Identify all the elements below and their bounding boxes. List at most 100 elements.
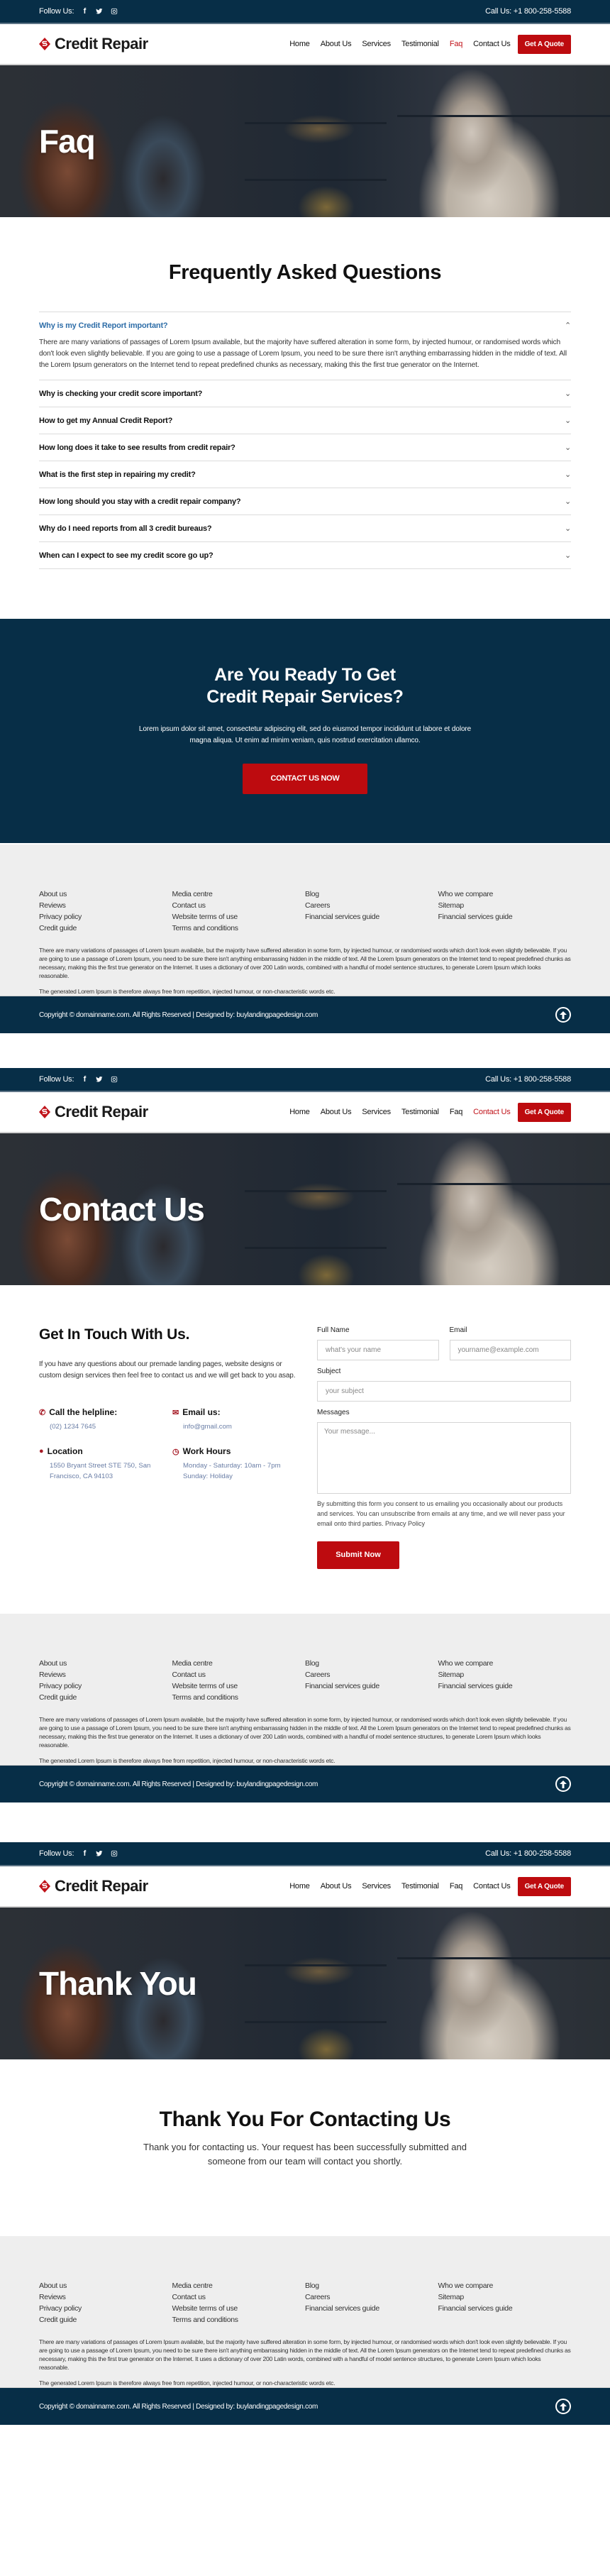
footer-link[interactable]: Credit guide — [39, 2314, 172, 2325]
footer-link[interactable]: Who we compare — [438, 1658, 572, 1669]
email-value[interactable]: info@gmail.com — [172, 1421, 300, 1432]
footer-link[interactable]: Terms and conditions — [172, 1692, 306, 1703]
twitter-icon[interactable] — [95, 7, 104, 16]
footer-link[interactable]: Financial services guide — [305, 911, 438, 923]
footer-link[interactable]: Credit guide — [39, 1692, 172, 1703]
message-textarea[interactable]: Your message... — [317, 1422, 571, 1494]
footer-link[interactable]: Website terms of use — [172, 1680, 306, 1692]
footer-link[interactable]: Careers — [305, 900, 438, 911]
footer-link[interactable]: Reviews — [39, 900, 172, 911]
footer-link[interactable]: Sitemap — [438, 2291, 572, 2303]
get-a-quote-button[interactable]: Get A Quote — [517, 34, 571, 54]
nav-home[interactable]: Home — [289, 1108, 310, 1116]
scroll-to-top-icon[interactable] — [555, 2399, 571, 2414]
chevron-down-icon[interactable]: ⌄ — [565, 416, 571, 425]
nav-testimonial[interactable]: Testimonial — [401, 40, 439, 48]
footer-link[interactable]: About us — [39, 2280, 172, 2291]
nav-testimonial[interactable]: Testimonial — [401, 1882, 439, 1890]
footer-link[interactable]: Website terms of use — [172, 2303, 306, 2314]
nav-about-us[interactable]: About Us — [321, 1882, 352, 1890]
instagram-icon[interactable] — [110, 1075, 118, 1084]
logo[interactable]: Credit Repair — [39, 1103, 148, 1121]
footer-link[interactable]: Terms and conditions — [172, 2314, 306, 2325]
chevron-down-icon[interactable]: ⌄ — [565, 497, 571, 506]
call-us[interactable]: Call Us: +1 800-258-5588 — [485, 1849, 571, 1858]
subject-input[interactable]: your subject — [317, 1381, 571, 1402]
submit-button[interactable]: Submit Now — [317, 1541, 399, 1569]
nav-faq[interactable]: Faq — [450, 1108, 463, 1116]
chevron-down-icon[interactable]: ⌄ — [565, 470, 571, 479]
footer-link[interactable]: About us — [39, 888, 172, 900]
footer-link[interactable]: Blog — [305, 888, 438, 900]
chevron-up-icon[interactable]: ⌃ — [565, 321, 571, 330]
nav-home[interactable]: Home — [289, 40, 310, 48]
faq-question[interactable]: How long does it take to see results fro… — [39, 443, 571, 453]
nav-contact-us[interactable]: Contact Us — [473, 1108, 511, 1116]
scroll-to-top-icon[interactable] — [555, 1007, 571, 1023]
footer-link[interactable]: Financial services guide — [438, 911, 572, 923]
instagram-icon[interactable] — [110, 1849, 118, 1858]
full-name-input[interactable]: what's your name — [317, 1340, 439, 1360]
faq-question[interactable]: How to get my Annual Credit Report? ⌄ — [39, 416, 571, 426]
footer-link[interactable]: Blog — [305, 2280, 438, 2291]
nav-contact-us[interactable]: Contact Us — [473, 1882, 511, 1890]
helpline-value[interactable]: (02) 1234 7645 — [39, 1421, 172, 1432]
chevron-down-icon[interactable]: ⌄ — [565, 551, 571, 560]
scroll-to-top-icon[interactable] — [555, 1776, 571, 1792]
footer-link[interactable]: Who we compare — [438, 888, 572, 900]
footer-link[interactable]: Financial services guide — [305, 2303, 438, 2314]
logo[interactable]: Credit Repair — [39, 35, 148, 53]
faq-question[interactable]: When can I expect to see my credit score… — [39, 551, 571, 561]
facebook-icon[interactable]: f — [80, 1075, 89, 1084]
get-a-quote-button[interactable]: Get A Quote — [517, 1102, 571, 1122]
footer-link[interactable]: Contact us — [172, 900, 306, 911]
nav-contact-us[interactable]: Contact Us — [473, 40, 511, 48]
chevron-down-icon[interactable]: ⌄ — [565, 389, 571, 398]
nav-testimonial[interactable]: Testimonial — [401, 1108, 439, 1116]
facebook-icon[interactable]: f — [80, 7, 89, 16]
faq-question[interactable]: Why do I need reports from all 3 credit … — [39, 524, 571, 534]
faq-question[interactable]: Why is checking your credit score import… — [39, 389, 571, 399]
footer-link[interactable]: Contact us — [172, 2291, 306, 2303]
nav-about-us[interactable]: About Us — [321, 1108, 352, 1116]
footer-link[interactable]: About us — [39, 1658, 172, 1669]
faq-question[interactable]: What is the first step in repairing my c… — [39, 470, 571, 480]
footer-link[interactable]: Privacy policy — [39, 2303, 172, 2314]
footer-link[interactable]: Who we compare — [438, 2280, 572, 2291]
footer-link[interactable]: Media centre — [172, 2280, 306, 2291]
footer-link[interactable]: Blog — [305, 1658, 438, 1669]
get-a-quote-button[interactable]: Get A Quote — [517, 1876, 571, 1896]
nav-about-us[interactable]: About Us — [321, 40, 352, 48]
nav-services[interactable]: Services — [362, 1882, 391, 1890]
footer-link[interactable]: Media centre — [172, 888, 306, 900]
facebook-icon[interactable]: f — [80, 1849, 89, 1858]
logo[interactable]: Credit Repair — [39, 1877, 148, 1895]
footer-link[interactable]: Media centre — [172, 1658, 306, 1669]
footer-link[interactable]: Privacy policy — [39, 1680, 172, 1692]
footer-link[interactable]: Reviews — [39, 1669, 172, 1680]
email-input[interactable]: yourname@example.com — [449, 1340, 571, 1360]
contact-us-now-button[interactable]: CONTACT US NOW — [243, 764, 367, 794]
call-us[interactable]: Call Us: +1 800-258-5588 — [485, 7, 571, 16]
footer-link[interactable]: Sitemap — [438, 1669, 572, 1680]
call-us[interactable]: Call Us: +1 800-258-5588 — [485, 1075, 571, 1084]
nav-services[interactable]: Services — [362, 1108, 391, 1116]
footer-link[interactable]: Website terms of use — [172, 911, 306, 923]
footer-link[interactable]: Financial services guide — [438, 1680, 572, 1692]
footer-link[interactable]: Contact us — [172, 1669, 306, 1680]
faq-question[interactable]: How long should you stay with a credit r… — [39, 497, 571, 507]
nav-services[interactable]: Services — [362, 40, 391, 48]
footer-link[interactable]: Privacy policy — [39, 911, 172, 923]
nav-faq[interactable]: Faq — [450, 1882, 463, 1890]
footer-link[interactable]: Credit guide — [39, 923, 172, 934]
instagram-icon[interactable] — [110, 7, 118, 16]
footer-link[interactable]: Reviews — [39, 2291, 172, 2303]
footer-link[interactable]: Careers — [305, 2291, 438, 2303]
footer-link[interactable]: Terms and conditions — [172, 923, 306, 934]
twitter-icon[interactable] — [95, 1849, 104, 1858]
twitter-icon[interactable] — [95, 1075, 104, 1084]
footer-link[interactable]: Sitemap — [438, 900, 572, 911]
nav-faq[interactable]: Faq — [450, 40, 463, 48]
footer-link[interactable]: Financial services guide — [438, 2303, 572, 2314]
chevron-down-icon[interactable]: ⌄ — [565, 524, 571, 533]
